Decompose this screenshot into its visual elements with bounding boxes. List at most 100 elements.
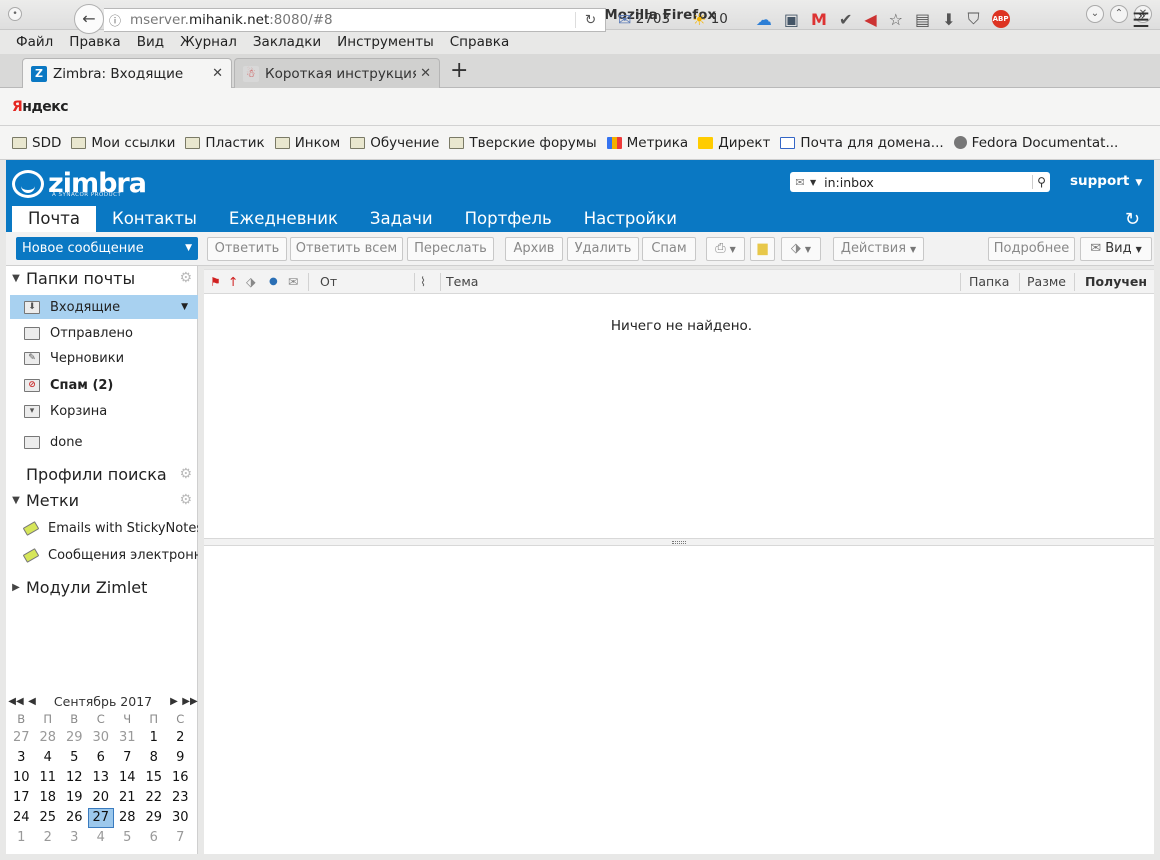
pocket-check-icon[interactable]: ✔	[839, 10, 852, 29]
calendar-day[interactable]: 5	[114, 828, 141, 848]
calendar-day[interactable]: 9	[167, 748, 194, 768]
search-icon[interactable]: ⚲	[1032, 175, 1050, 189]
attachment-column-icon[interactable]: ⌇	[420, 270, 426, 294]
bookmark-folder[interactable]: SDD	[12, 135, 61, 151]
calendar-day[interactable]: 3	[61, 828, 88, 848]
tab-close-icon[interactable]: ✕	[420, 66, 431, 81]
flag-column-icon[interactable]: ⚑	[210, 270, 221, 294]
gear-icon[interactable]: ⚙	[179, 492, 192, 508]
browser-tab-zimbra[interactable]: Z Zimbra: Входящие ✕	[22, 58, 232, 88]
tags-header[interactable]: ▼ Метки ⚙	[6, 488, 198, 512]
view-button[interactable]: ✉ Вид ▼	[1080, 237, 1152, 261]
calendar-day[interactable]: 25	[35, 808, 62, 828]
new-message-button[interactable]: Новое сообщение ▼	[16, 237, 198, 260]
calendar-day[interactable]: 5	[61, 748, 88, 768]
collapse-arrow-icon[interactable]: ▼	[6, 495, 26, 506]
calendar-day[interactable]: 23	[167, 788, 194, 808]
calendar-day[interactable]: 29	[141, 808, 168, 828]
menu-edit[interactable]: Правка	[61, 34, 128, 50]
expand-arrow-icon[interactable]: ▶	[6, 582, 26, 593]
mail-search-type-icon[interactable]: ✉	[790, 176, 810, 189]
calendar-day[interactable]: 19	[61, 788, 88, 808]
tab-mail[interactable]: Почта	[12, 206, 96, 232]
new-tab-icon[interactable]: +	[450, 58, 468, 83]
window-menu-icon[interactable]: •	[8, 7, 22, 21]
calendar-day[interactable]: 28	[114, 808, 141, 828]
zimlets-header[interactable]: ▶ Модули Zimlet	[6, 575, 198, 599]
reply-all-button[interactable]: Ответить всем	[290, 237, 403, 261]
gmail-icon[interactable]: M	[811, 10, 827, 29]
bookmark-link[interactable]: Почта для домена...	[780, 135, 944, 151]
reply-button[interactable]: Ответить	[207, 237, 287, 261]
folder-sent[interactable]: Отправлено	[10, 321, 198, 345]
calendar-day[interactable]: 27	[8, 728, 35, 748]
forward-button[interactable]: Переслать	[407, 237, 494, 261]
tag-sticky-notes[interactable]: Emails with StickyNotes	[10, 516, 198, 540]
calendar-day-today[interactable]: 27	[87, 808, 114, 828]
calendar-day[interactable]: 1	[8, 828, 35, 848]
maximize-icon[interactable]: ⌃	[1110, 5, 1128, 23]
spam-button[interactable]: Спам	[642, 237, 696, 261]
cloud-icon[interactable]: ☁	[756, 10, 772, 29]
back-button[interactable]: ←	[74, 4, 104, 34]
bookmark-link[interactable]: Fedora Documentat...	[953, 135, 1118, 151]
bookmark-star-icon[interactable]: ☆	[889, 10, 903, 29]
calendar-day[interactable]: 28	[35, 728, 62, 748]
folder-spam[interactable]: ⊘ Спам (2)	[10, 373, 198, 397]
user-menu[interactable]: support ▼	[1070, 173, 1142, 189]
tab-preferences[interactable]: Настройки	[568, 206, 693, 232]
tab-briefcase[interactable]: Портфель	[449, 206, 568, 232]
search-box[interactable]: ✉ ▼ in:inbox ⚲	[790, 172, 1050, 192]
search-input[interactable]: in:inbox	[824, 175, 1032, 190]
more-details-button[interactable]: Подробнее	[988, 237, 1075, 261]
url-text[interactable]: mserver.mihanik.net:8080/#8	[126, 12, 575, 28]
gear-icon[interactable]: ⚙	[179, 466, 192, 482]
menu-file[interactable]: Файл	[8, 34, 61, 50]
tag-email-messages[interactable]: Сообщения электронно	[10, 543, 198, 567]
speaker-icon[interactable]: ◀	[864, 10, 876, 29]
column-size[interactable]: Разме	[1027, 270, 1066, 294]
splitter-grip-icon[interactable]	[672, 541, 686, 544]
search-type-dropdown-icon[interactable]: ▼	[810, 178, 816, 187]
tab-contacts[interactable]: Контакты	[96, 206, 213, 232]
reading-pane-splitter[interactable]	[204, 538, 1154, 546]
status-column-icon[interactable]: ✉	[288, 270, 298, 294]
yandex-mail-widget[interactable]: ✉ 2703	[618, 10, 670, 29]
calendar-day[interactable]: 24	[8, 808, 35, 828]
next-month-icon[interactable]: ▶	[166, 696, 182, 707]
folder-done[interactable]: done	[10, 430, 198, 454]
calendar-day[interactable]: 10	[8, 768, 35, 788]
site-info-icon[interactable]: ⓘ	[104, 12, 126, 29]
calendar-day[interactable]: 30	[88, 728, 115, 748]
calendar-day[interactable]: 30	[167, 808, 194, 828]
calendar-day[interactable]: 16	[167, 768, 194, 788]
browser-tab-instructions[interactable]: ☃ Короткая инструкция ✕	[234, 58, 440, 88]
calendar-day[interactable]: 11	[35, 768, 62, 788]
calendar-day[interactable]: 6	[88, 748, 115, 768]
calendar-day[interactable]: 18	[35, 788, 62, 808]
calendar-day[interactable]: 1	[141, 728, 168, 748]
refresh-icon[interactable]: ↻	[1125, 209, 1140, 230]
column-from[interactable]: От	[320, 270, 337, 294]
calendar-day[interactable]: 2	[35, 828, 62, 848]
calendar-day[interactable]: 17	[8, 788, 35, 808]
bookmark-link[interactable]: Метрика	[606, 135, 688, 151]
calendar-day[interactable]: 12	[61, 768, 88, 788]
bookmarks-overflow-icon[interactable]: »	[1137, 8, 1146, 24]
folder-trash[interactable]: ▾ Корзина	[10, 399, 198, 423]
calendar-day[interactable]: 15	[141, 768, 168, 788]
mail-folders-header[interactable]: ▼ Папки почты ⚙	[6, 266, 198, 290]
menu-help[interactable]: Справка	[442, 34, 517, 50]
pocket-icon[interactable]: ⛉	[968, 9, 980, 29]
folder-inbox[interactable]: ⬇ Входящие ▼	[10, 295, 198, 319]
download-icon[interactable]: ⬇	[942, 10, 955, 29]
actions-button[interactable]: Действия ▼	[833, 237, 924, 261]
reload-icon[interactable]: ↻	[575, 12, 605, 28]
calendar-day[interactable]: 7	[167, 828, 194, 848]
bookmark-folder[interactable]: Тверские форумы	[449, 135, 597, 151]
gear-icon[interactable]: ⚙	[179, 270, 192, 286]
menu-tools[interactable]: Инструменты	[329, 34, 442, 50]
calendar-day[interactable]: 4	[88, 828, 115, 848]
bookmark-folder[interactable]: Пластик	[185, 135, 265, 151]
menu-bookmarks[interactable]: Закладки	[245, 34, 329, 50]
